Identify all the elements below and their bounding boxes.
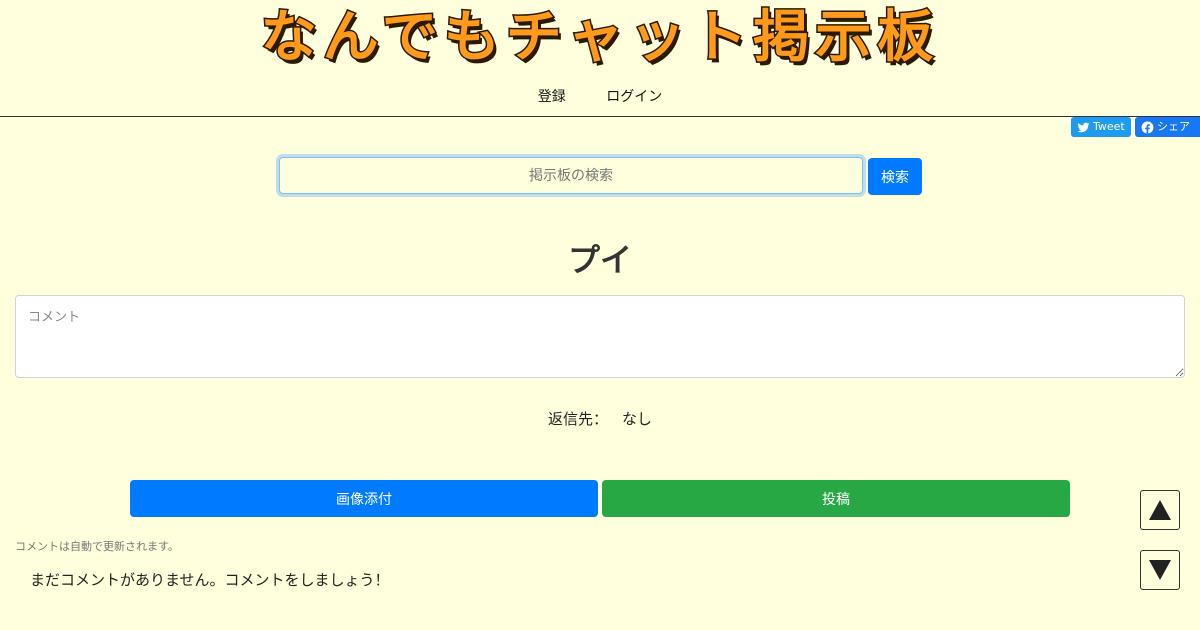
tweet-label: Tweet bbox=[1093, 120, 1125, 133]
facebook-share-button[interactable]: シェア bbox=[1135, 117, 1200, 137]
site-header: なんでもチャット掲示板 登録 ログイン bbox=[0, 0, 1200, 117]
attach-image-button[interactable]: 画像添付 bbox=[130, 480, 598, 517]
triangle-down-icon bbox=[1149, 560, 1171, 580]
comment-textarea[interactable] bbox=[15, 295, 1185, 378]
post-button[interactable]: 投稿 bbox=[602, 480, 1070, 517]
reply-target-row: 返信先： なし bbox=[0, 408, 1200, 430]
board-search-input[interactable] bbox=[279, 157, 863, 194]
auto-update-note: コメントは自動で更新されます。 bbox=[15, 540, 179, 553]
login-link[interactable]: ログイン bbox=[606, 89, 662, 105]
site-title-logo[interactable]: なんでもチャット掲示板 bbox=[0, 2, 1200, 74]
register-link[interactable]: 登録 bbox=[538, 89, 566, 105]
reply-target-label: 返信先： bbox=[547, 410, 608, 428]
facebook-share-label: シェア bbox=[1157, 120, 1190, 133]
twitter-bird-icon bbox=[1077, 122, 1090, 132]
triangle-up-icon bbox=[1149, 500, 1171, 520]
board-title: プイ bbox=[567, 241, 632, 279]
header-nav: 登録 ログイン bbox=[0, 86, 1200, 108]
facebook-icon bbox=[1141, 121, 1154, 133]
empty-comments-message: まだコメントがありません。コメントをしましょう！ bbox=[30, 571, 390, 589]
scroll-up-button[interactable] bbox=[1140, 490, 1180, 530]
reply-target-value: なし bbox=[622, 410, 653, 428]
tweet-button[interactable]: Tweet bbox=[1071, 117, 1131, 137]
scroll-down-button[interactable] bbox=[1140, 550, 1180, 590]
search-button[interactable]: 検索 bbox=[868, 158, 922, 195]
